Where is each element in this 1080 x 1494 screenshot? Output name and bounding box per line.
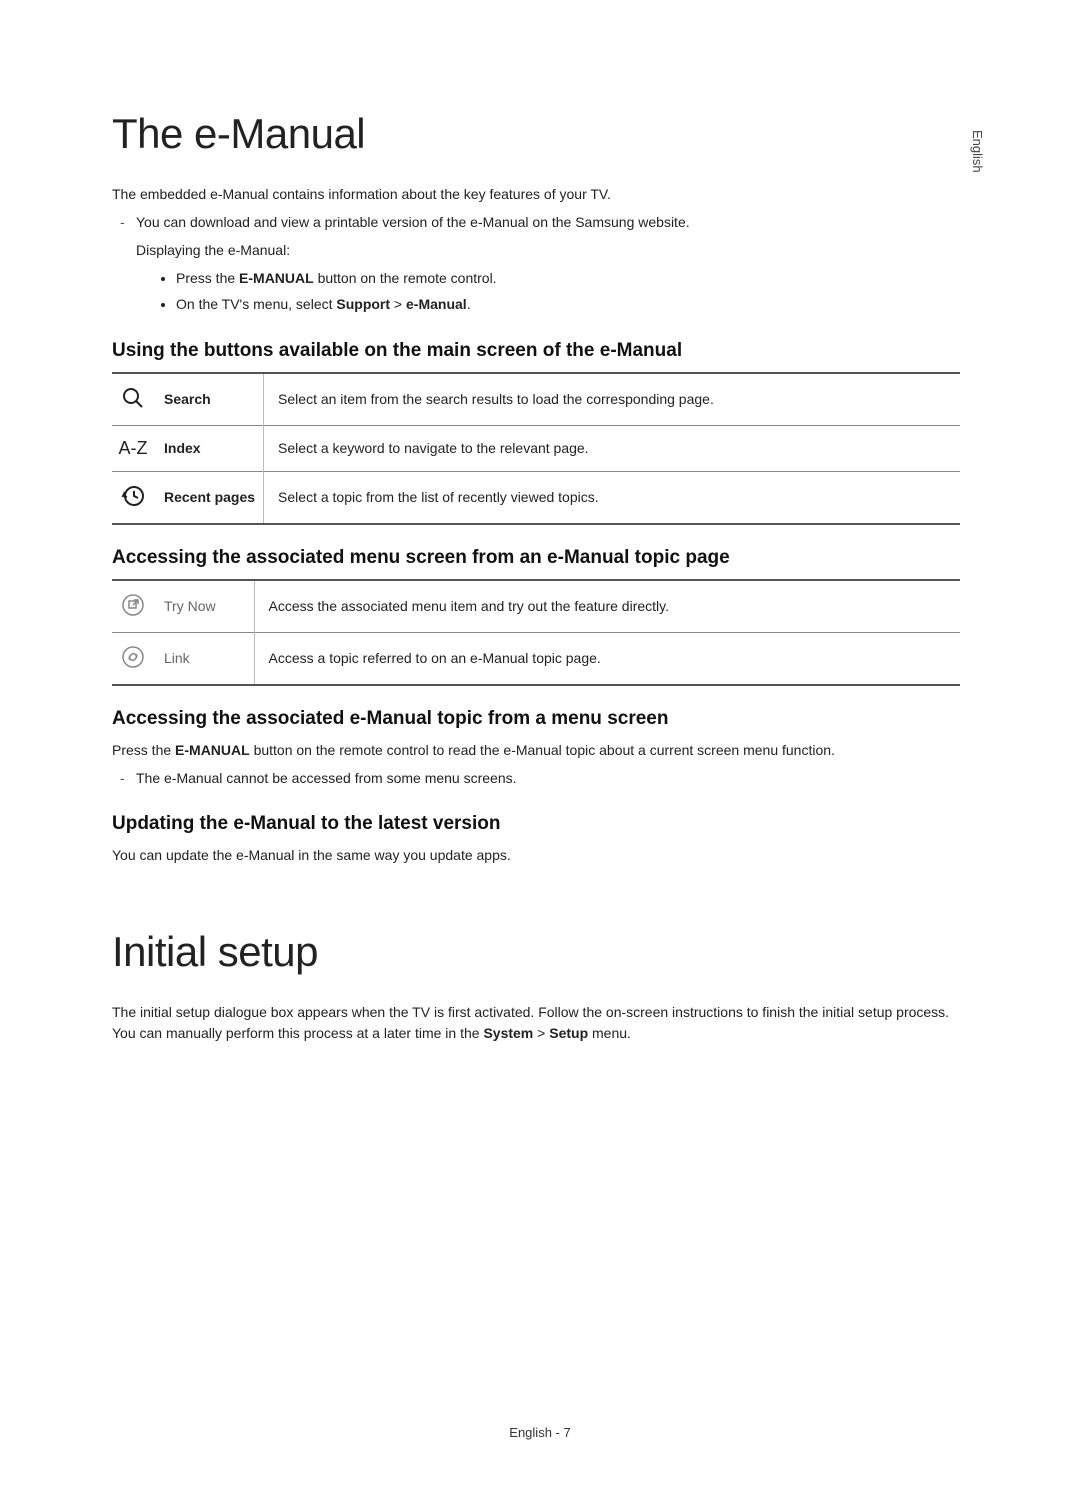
menu-support: Support — [336, 296, 390, 312]
download-note: You can download and view a printable ve… — [112, 211, 960, 235]
link-icon — [112, 632, 154, 685]
row-label: Index — [154, 425, 264, 471]
text: Press the — [176, 270, 239, 286]
row-label: Link — [154, 632, 254, 685]
access-menu-text: Press the E-MANUAL button on the remote … — [112, 740, 960, 761]
row-desc: Access the associated menu item and try … — [254, 580, 960, 633]
step-menu-support: On the TV's menu, select Support > e-Man… — [176, 291, 960, 318]
step-press-emanual: Press the E-MANUAL button on the remote … — [176, 265, 960, 292]
access-menu-note: The e-Manual cannot be accessed from som… — [112, 767, 960, 791]
index-icon: A-Z — [112, 425, 154, 471]
row-desc: Select a topic from the list of recently… — [264, 471, 960, 524]
emanual-button-name: E-MANUAL — [175, 742, 250, 758]
search-icon — [112, 373, 154, 426]
h2-buttons: Using the buttons available on the main … — [112, 340, 960, 362]
text: Press the — [112, 742, 175, 758]
text: button on the remote control to read the… — [250, 742, 835, 758]
menu-system: System — [483, 1025, 533, 1041]
text: . — [467, 296, 471, 312]
section2: Initial setup The initial setup dialogue… — [112, 928, 960, 1044]
text: button on the remote control. — [314, 270, 497, 286]
page-content: The e-Manual The embedded e-Manual conta… — [112, 110, 960, 1050]
main-screen-buttons-table: Search Select an item from the search re… — [112, 372, 960, 525]
table-row: Search Select an item from the search re… — [112, 373, 960, 426]
row-label: Try Now — [154, 580, 254, 633]
access-menu-note-list: The e-Manual cannot be accessed from som… — [112, 767, 960, 791]
intro-text: The embedded e-Manual contains informati… — [112, 184, 960, 205]
h2-update: Updating the e-Manual to the latest vers… — [112, 813, 960, 835]
text: > — [533, 1025, 549, 1041]
displaying-steps: Press the E-MANUAL button on the remote … — [112, 265, 960, 318]
section1-title: The e-Manual — [112, 110, 960, 158]
row-label: Search — [154, 373, 264, 426]
table-row: Try Now Access the associated menu item … — [112, 580, 960, 633]
text: > — [390, 296, 406, 312]
table-row: Recent pages Select a topic from the lis… — [112, 471, 960, 524]
update-text: You can update the e-Manual in the same … — [112, 845, 960, 866]
table-row: A-Z Index Select a keyword to navigate t… — [112, 425, 960, 471]
side-language-label: English — [970, 130, 985, 173]
section2-text: The initial setup dialogue box appears w… — [112, 1002, 960, 1044]
displaying-label: Displaying the e-Manual: — [112, 239, 960, 263]
section2-title: Initial setup — [112, 928, 960, 976]
text: menu. — [588, 1025, 631, 1041]
h2-access-menu: Accessing the associated e-Manual topic … — [112, 708, 960, 730]
row-desc: Access a topic referred to on an e-Manua… — [254, 632, 960, 685]
row-desc: Select a keyword to navigate to the rele… — [264, 425, 960, 471]
row-desc: Select an item from the search results t… — [264, 373, 960, 426]
h2-access-topic: Accessing the associated menu screen fro… — [112, 547, 960, 569]
recent-icon — [112, 471, 154, 524]
emanual-button-name: E-MANUAL — [239, 270, 314, 286]
menu-setup: Setup — [549, 1025, 588, 1041]
try-now-icon — [112, 580, 154, 633]
row-label: Recent pages — [154, 471, 264, 524]
download-note-list: You can download and view a printable ve… — [112, 211, 960, 235]
topic-page-buttons-table: Try Now Access the associated menu item … — [112, 579, 960, 686]
page-footer: English - 7 — [0, 1425, 1080, 1440]
table-row: Link Access a topic referred to on an e-… — [112, 632, 960, 685]
menu-emanual: e-Manual — [406, 296, 467, 312]
text: On the TV's menu, select — [176, 296, 336, 312]
